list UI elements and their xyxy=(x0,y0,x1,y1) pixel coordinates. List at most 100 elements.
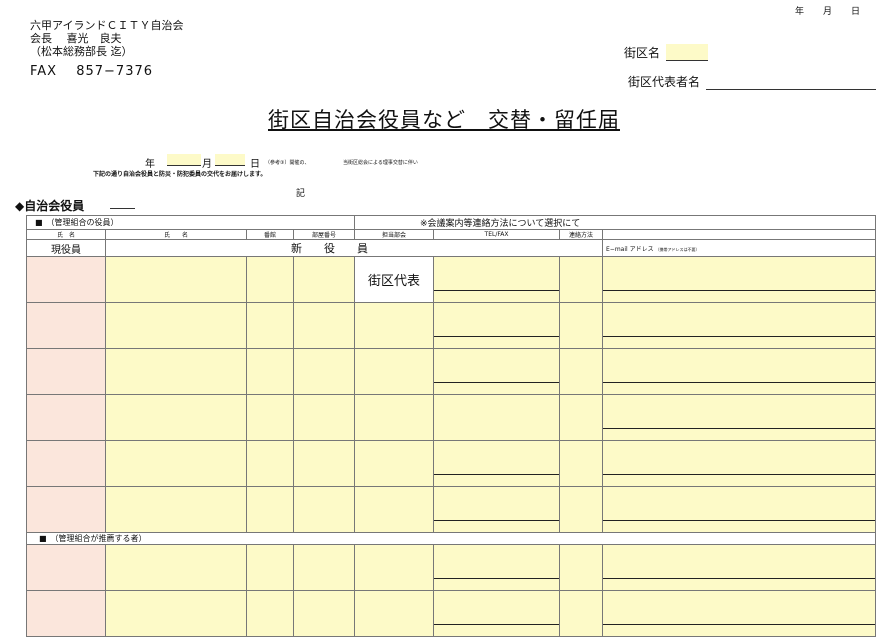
ki-label: 記 xyxy=(296,189,306,199)
new-name-cell[interactable] xyxy=(105,348,247,395)
new-name-cell[interactable] xyxy=(105,486,247,533)
section-title: ◆自治会役員 xyxy=(15,199,85,213)
email-cell[interactable] xyxy=(602,256,876,303)
new-name-cell[interactable] xyxy=(105,440,247,487)
room-cell[interactable] xyxy=(293,256,355,303)
email-label: E−mail アドレス xyxy=(606,245,654,253)
building-cell[interactable] xyxy=(246,440,294,487)
table-group2-row: ■ （管理組合が推薦する者） xyxy=(26,532,876,545)
contact-note: ※会議案内等連絡方法について選択にて xyxy=(354,215,876,230)
email-cell[interactable] xyxy=(602,394,876,441)
intro-note-2: 当街区総会による理事交替に伴い xyxy=(343,160,418,166)
committee-cell[interactable] xyxy=(354,544,434,591)
group2-label: ■ （管理組合が推薦する者） xyxy=(26,532,876,545)
building-cell[interactable] xyxy=(246,348,294,395)
intro-month: 月 xyxy=(202,159,212,170)
room-cell[interactable] xyxy=(293,302,355,349)
building-cell[interactable] xyxy=(246,394,294,441)
room-cell[interactable] xyxy=(293,486,355,533)
table-group1-row: ■ （管理組合の役員） ※会議案内等連絡方法について選択にて xyxy=(26,215,876,230)
date-month-label: 月 xyxy=(823,7,833,17)
contact-method-cell[interactable] xyxy=(559,440,603,487)
district-rep-label: 街区代表者名 xyxy=(628,75,701,89)
committee-cell[interactable] xyxy=(354,440,434,487)
org-name: 六甲アイランドＣＩＴＹ自治会 xyxy=(30,19,184,32)
room-cell[interactable] xyxy=(293,394,355,441)
header-blank xyxy=(602,229,876,240)
tel-fax-cell[interactable] xyxy=(433,440,560,487)
section-title-underline xyxy=(110,208,135,209)
room-cell[interactable] xyxy=(293,544,355,591)
current-officer-label: 現役員 xyxy=(26,239,106,257)
contact-method-cell[interactable] xyxy=(559,544,603,591)
intro-line-2: 下記の通り自治会役員と防災・防犯委員の交代をお届けします。 xyxy=(93,171,267,178)
district-name-field[interactable] xyxy=(666,44,708,61)
old-name-cell[interactable] xyxy=(26,394,106,441)
tel-fax-cell[interactable] xyxy=(433,394,560,441)
new-name-cell[interactable] xyxy=(105,544,247,591)
email-cell[interactable] xyxy=(602,440,876,487)
old-name-cell[interactable] xyxy=(26,348,106,395)
tel-fax-cell[interactable] xyxy=(433,302,560,349)
email-cell[interactable] xyxy=(602,544,876,591)
table-header-row: 氏 名 氏 名 番館 部屋番号 担当部会 TEL/FAX 連絡方法 xyxy=(26,229,876,240)
president-name: 会長 喜光 良夫 xyxy=(30,32,122,45)
email-header: E−mail アドレス （携帯アドレスは不要） xyxy=(602,239,876,257)
date-year-label: 年 xyxy=(795,7,805,17)
fax-number: FAX 857−7376 xyxy=(30,64,154,79)
tel-fax-cell[interactable] xyxy=(433,486,560,533)
new-name-cell[interactable] xyxy=(105,256,247,303)
header-tel-fax: TEL/FAX xyxy=(433,229,560,240)
committee-cell[interactable] xyxy=(354,486,434,533)
table-row xyxy=(26,486,876,533)
intro-month-underline xyxy=(167,165,201,166)
intro-day-underline xyxy=(215,165,245,166)
group1-label: ■ （管理組合の役員） xyxy=(26,215,355,230)
tel-fax-cell[interactable] xyxy=(433,256,560,303)
room-cell[interactable] xyxy=(293,440,355,487)
old-name-cell[interactable] xyxy=(26,486,106,533)
table-subheader-row: 現役員 新 役 員 E−mail アドレス （携帯アドレスは不要） xyxy=(26,239,876,257)
header-name-old: 氏 名 xyxy=(26,229,106,240)
contact-method-cell[interactable] xyxy=(559,394,603,441)
table-row xyxy=(26,302,876,349)
table-row: 街区代表 xyxy=(26,256,876,303)
page-title: 街区自治会役員など 交替・留任届 xyxy=(268,108,620,132)
committee-cell[interactable] xyxy=(354,394,434,441)
header-building: 番館 xyxy=(246,229,294,240)
tel-fax-cell[interactable] xyxy=(433,348,560,395)
committee-cell[interactable] xyxy=(354,348,434,395)
district-rep-field[interactable] xyxy=(706,89,876,90)
building-cell[interactable] xyxy=(246,302,294,349)
room-cell[interactable] xyxy=(293,348,355,395)
email-cell[interactable] xyxy=(602,348,876,395)
email-cell[interactable] xyxy=(602,486,876,533)
old-name-cell[interactable] xyxy=(26,544,106,591)
header-committee: 担当部会 xyxy=(354,229,434,240)
new-name-cell[interactable] xyxy=(105,394,247,441)
contact-method-cell[interactable] xyxy=(559,348,603,395)
intro-year: 年 xyxy=(145,159,155,170)
district-name-label: 街区名 xyxy=(624,46,661,60)
intro-note-1: （参考③）開催の、 xyxy=(265,160,310,166)
contact-method-cell[interactable] xyxy=(559,302,603,349)
old-name-cell[interactable] xyxy=(26,440,106,487)
tel-fax-cell[interactable] xyxy=(433,544,560,591)
old-name-cell[interactable] xyxy=(26,302,106,349)
district-name-underline xyxy=(666,60,708,61)
building-cell[interactable] xyxy=(246,544,294,591)
contact-method-cell[interactable] xyxy=(559,256,603,303)
contact-method-cell[interactable] xyxy=(559,486,603,533)
email-cell[interactable] xyxy=(602,302,876,349)
date-day-label: 日 xyxy=(851,7,861,17)
table-row xyxy=(26,544,876,591)
new-officer-label: 新 役 員 xyxy=(105,239,603,257)
building-cell[interactable] xyxy=(246,256,294,303)
officer-table: ■ （管理組合の役員） ※会議案内等連絡方法について選択にて 氏 名 氏 名 番… xyxy=(26,215,876,637)
new-name-cell[interactable] xyxy=(105,302,247,349)
committee-cell[interactable] xyxy=(354,302,434,349)
table-row xyxy=(26,394,876,441)
old-name-cell[interactable] xyxy=(26,256,106,303)
building-cell[interactable] xyxy=(246,486,294,533)
header-room: 部屋番号 xyxy=(293,229,355,240)
